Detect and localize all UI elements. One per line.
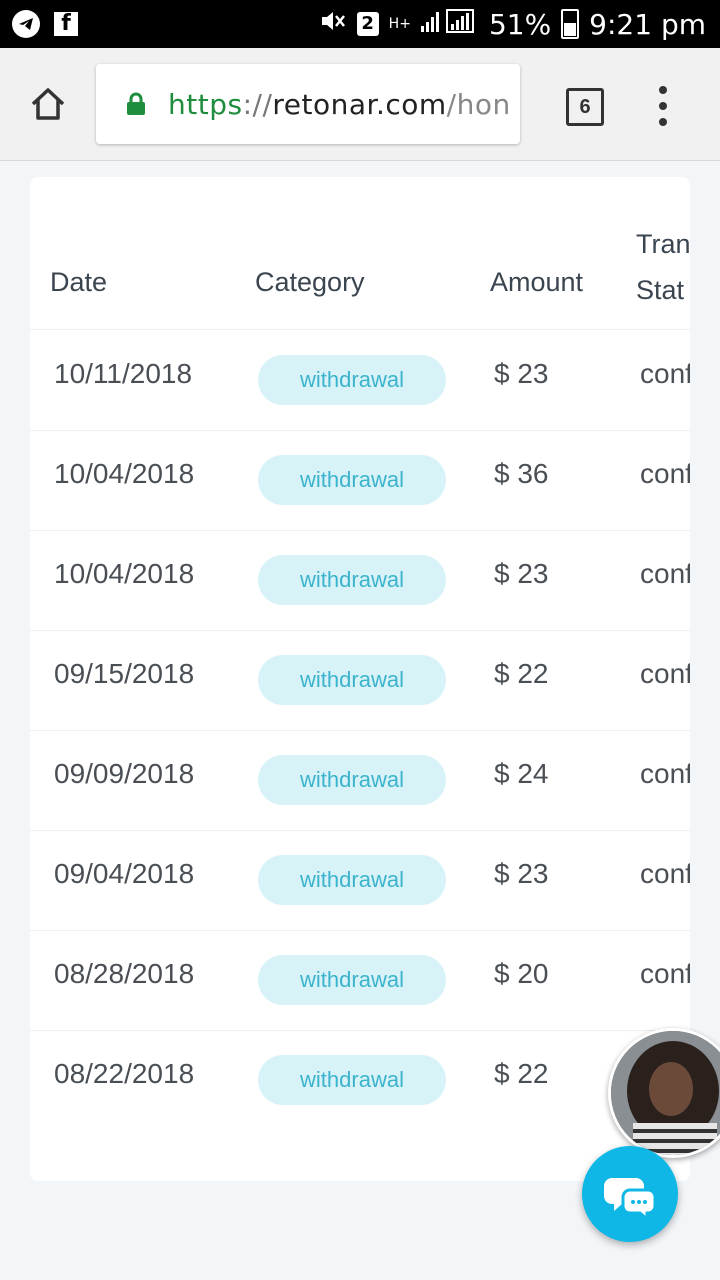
url-domain: retonar.com — [272, 87, 447, 121]
url-path: /hon — [446, 87, 511, 121]
sim-badge: 2 — [356, 12, 379, 36]
table-row: 09/04/2018 withdrawal $ 23 conf — [30, 830, 690, 931]
url-text: https://retonar.com/hon — [168, 88, 511, 121]
cell-amount: $ 20 — [494, 958, 549, 989]
table-row: 08/22/2018 withdrawal $ 22 — [30, 1030, 690, 1130]
column-header-amount: Amount — [490, 267, 584, 297]
cell-amount: $ 22 — [494, 658, 549, 689]
cell-date: 09/09/2018 — [54, 758, 195, 789]
cell-date: 10/04/2018 — [54, 558, 195, 589]
table-row: 10/04/2018 withdrawal $ 36 conf — [30, 430, 690, 531]
cell-date: 09/15/2018 — [54, 658, 195, 689]
cell-date: 10/11/2018 — [54, 358, 193, 389]
cell-status: conf — [640, 858, 690, 889]
cell-date: 10/04/2018 — [54, 458, 195, 489]
table-row: 09/09/2018 withdrawal $ 24 conf — [30, 730, 690, 831]
browser-toolbar: https://retonar.com/hon 6 — [0, 48, 720, 161]
overflow-menu-icon[interactable] — [656, 86, 670, 126]
cell-date: 09/04/2018 — [54, 858, 195, 889]
category-badge: withdrawal — [258, 555, 446, 605]
column-header-category: Category — [255, 267, 365, 297]
cell-amount: $ 22 — [494, 1058, 549, 1089]
cell-amount: $ 24 — [494, 758, 549, 789]
url-separator: :// — [242, 87, 273, 121]
table-row: 10/11/2018 withdrawal $ 23 conf — [30, 330, 690, 431]
mute-icon — [319, 8, 347, 41]
signal-icon — [420, 8, 479, 41]
chat-launcher-button[interactable] — [582, 1146, 678, 1242]
tab-switcher-button[interactable]: 6 — [566, 88, 604, 126]
url-scheme: https — [168, 87, 243, 121]
cell-date: 08/28/2018 — [54, 958, 195, 989]
cell-status: conf — [640, 558, 690, 589]
address-bar[interactable]: https://retonar.com/hon — [96, 64, 520, 144]
table-row: 09/15/2018 withdrawal $ 22 conf — [30, 630, 690, 731]
transactions-card: Date Category Amount Tran Stat 10/11/201… — [30, 177, 690, 1181]
category-badge: withdrawal — [258, 955, 446, 1005]
network-type: H+ — [388, 16, 411, 32]
clock: 9:21 pm — [589, 7, 706, 41]
category-badge: withdrawal — [258, 755, 446, 805]
cell-status: conf — [640, 358, 690, 389]
column-header-status: Tran Stat — [636, 229, 690, 305]
cell-amount: $ 23 — [494, 558, 549, 589]
status-bar: f 2 H+ 51% 9:21 pm — [0, 0, 720, 48]
cell-amount: $ 36 — [494, 458, 549, 489]
category-badge: withdrawal — [258, 855, 446, 905]
cell-amount: $ 23 — [494, 358, 549, 389]
cell-status: conf — [640, 658, 690, 689]
table-row: 10/04/2018 withdrawal $ 23 conf — [30, 530, 690, 631]
category-badge: withdrawal — [258, 655, 446, 705]
cell-date: 08/22/2018 — [54, 1058, 195, 1089]
battery-percent: 51% — [488, 7, 552, 41]
category-badge: withdrawal — [258, 1055, 446, 1105]
cell-status: conf — [640, 958, 690, 989]
cell-status: conf — [640, 758, 690, 789]
battery-icon — [561, 9, 580, 39]
telegram-icon — [12, 10, 40, 38]
category-badge: withdrawal — [258, 355, 446, 405]
facebook-icon: f — [54, 12, 78, 36]
chat-bubbles-icon — [604, 1178, 657, 1223]
lock-icon — [126, 92, 146, 116]
cell-amount: $ 23 — [494, 858, 549, 889]
table-header: Date Category Amount Tran Stat — [30, 177, 690, 330]
home-icon[interactable] — [28, 84, 68, 124]
cell-status: conf — [640, 458, 690, 489]
column-header-date: Date — [50, 267, 108, 297]
category-badge: withdrawal — [258, 455, 446, 505]
table-row: 08/28/2018 withdrawal $ 20 conf — [30, 930, 690, 1031]
